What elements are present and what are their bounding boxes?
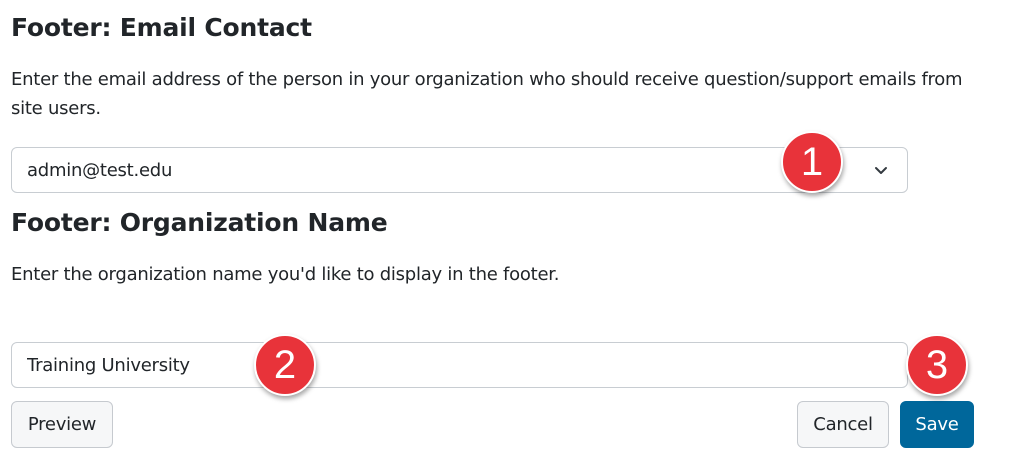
callout-badge-2: 2 (254, 334, 316, 396)
email-contact-heading: Footer: Email Contact (11, 13, 312, 42)
organization-name-heading: Footer: Organization Name (11, 208, 388, 237)
email-contact-description: Enter the email address of the person in… (11, 69, 963, 119)
callout-badge-1: 1 (781, 131, 843, 193)
callout-badge-3: 3 (906, 334, 968, 396)
preview-button[interactable]: Preview (11, 401, 113, 448)
organization-name-description: Enter the organization name you'd like t… (11, 264, 560, 285)
chevron-down-icon (875, 167, 887, 174)
cancel-button[interactable]: Cancel (797, 401, 889, 448)
email-contact-select[interactable]: admin@test.edu (11, 147, 908, 193)
organization-name-input[interactable] (11, 342, 908, 388)
save-button[interactable]: Save (900, 401, 974, 448)
email-contact-selected-value: admin@test.edu (27, 159, 173, 181)
